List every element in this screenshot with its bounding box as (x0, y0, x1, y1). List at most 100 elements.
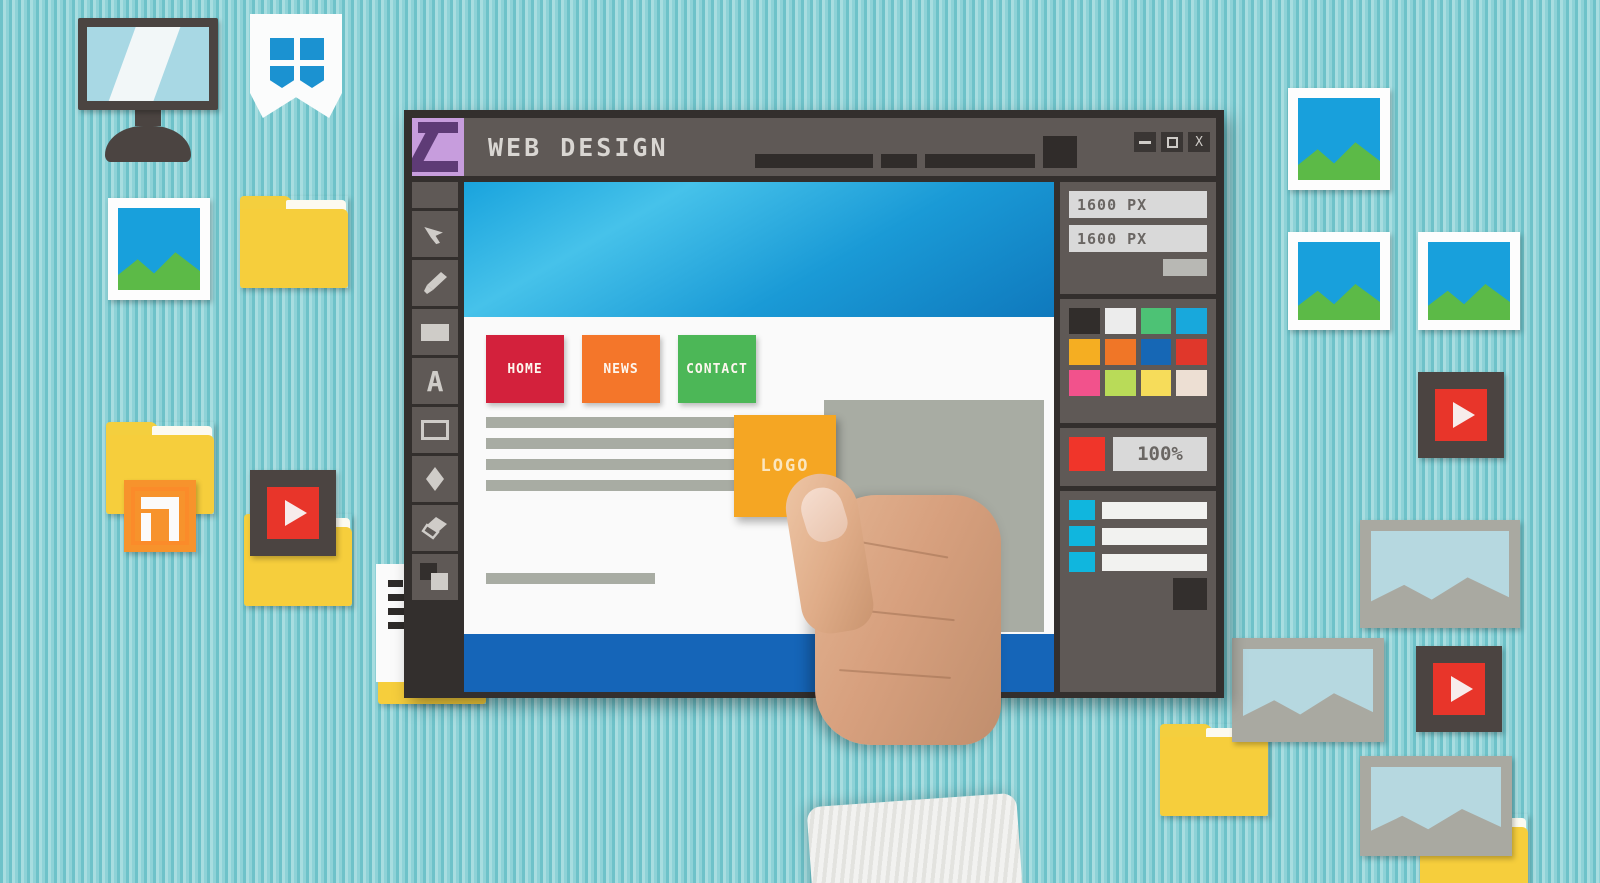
mockup-image-placeholder[interactable] (824, 400, 1044, 632)
mockup-nav-buttons[interactable]: HOME NEWS CONTACT (464, 317, 1054, 403)
photo-hill (1243, 693, 1373, 731)
dragged-logo-tile[interactable]: LOGO (734, 415, 836, 517)
hero-banner[interactable] (464, 182, 1054, 317)
height-field[interactable]: 1600 PX (1069, 225, 1207, 252)
shield-icon (250, 14, 342, 118)
select-tool[interactable] (412, 211, 458, 257)
desktop-icon-image-placeholder[interactable] (1232, 638, 1384, 742)
layer-color-swatch[interactable] (1069, 500, 1095, 520)
two-squares-icon (420, 563, 450, 591)
close-button[interactable]: X (1188, 132, 1210, 152)
layer-name-bar[interactable] (1102, 553, 1207, 571)
color-swatch[interactable] (1069, 308, 1100, 334)
eraser-tool[interactable] (412, 505, 458, 551)
maximize-button[interactable] (1161, 132, 1183, 152)
shirt-cuff (806, 792, 1024, 883)
dimensions-panel[interactable]: 1600 PX 1600 PX (1060, 182, 1216, 294)
width-field[interactable]: 1600 PX (1069, 191, 1207, 218)
logo-stroke (418, 161, 458, 172)
nav-button-contact[interactable]: CONTACT (678, 335, 756, 403)
swatch-grid[interactable] (1069, 308, 1207, 396)
desktop-icon-image-placeholder[interactable] (1360, 520, 1520, 628)
photo-icon (1371, 767, 1501, 845)
menu-bar-item[interactable] (1042, 136, 1077, 168)
color-swatch[interactable] (1140, 308, 1172, 334)
color-swatch[interactable] (1176, 339, 1207, 365)
minimize-button[interactable] (1134, 132, 1156, 152)
shield-pane (300, 66, 324, 88)
desktop-icon-photo[interactable] (1288, 88, 1390, 190)
desktop-icon-video[interactable] (1416, 646, 1502, 732)
menu-bar-group[interactable] (754, 118, 1077, 176)
play-triangle-icon (1451, 676, 1473, 702)
gradient-tool[interactable] (412, 456, 458, 502)
color-swatch[interactable] (1104, 308, 1136, 334)
desktop-icon-photo[interactable] (108, 198, 210, 300)
shield-pane (270, 38, 294, 60)
desktop-icon-image-placeholder[interactable] (1360, 756, 1512, 856)
photo-hill (1371, 809, 1501, 845)
layers-tool[interactable] (412, 554, 458, 600)
color-swatch[interactable] (1176, 308, 1207, 334)
layer-color-swatch[interactable] (1069, 552, 1095, 572)
layer-name-bar[interactable] (1102, 527, 1207, 545)
text-tool[interactable]: A (412, 358, 458, 404)
layer-name-bar[interactable] (1102, 501, 1207, 519)
shape-tool[interactable] (412, 407, 458, 453)
rectangle-outline-icon (421, 420, 449, 440)
eraser-icon (421, 517, 447, 540)
maximize-icon (1166, 136, 1178, 148)
color-swatch[interactable] (1069, 339, 1100, 365)
active-color-swatch[interactable] (1069, 437, 1105, 471)
app-logo-badge[interactable] (412, 118, 464, 176)
apply-button[interactable] (1163, 259, 1207, 276)
color-swatch[interactable] (1176, 370, 1207, 396)
window-controls[interactable]: X (1134, 132, 1210, 152)
menu-bar-item[interactable] (880, 154, 917, 168)
layer-item[interactable] (1069, 552, 1207, 572)
desktop-icon-monitor[interactable] (78, 18, 218, 162)
brush-tool[interactable] (412, 260, 458, 306)
menu-bar-item[interactable] (754, 154, 873, 168)
color-swatch[interactable] (1140, 370, 1172, 396)
layer-options-button[interactable] (1173, 578, 1207, 610)
photo-icon (1298, 242, 1380, 320)
zoom-panel[interactable]: 100% (1060, 428, 1216, 486)
color-swatch[interactable] (1069, 370, 1100, 396)
photo-hill (118, 252, 200, 290)
play-triangle-icon (1453, 402, 1475, 428)
desktop-icon-folder[interactable] (240, 196, 348, 288)
photo-icon (1428, 242, 1510, 320)
color-swatch[interactable] (1140, 339, 1172, 365)
photo-icon (1371, 531, 1509, 617)
color-swatch[interactable] (1104, 370, 1136, 396)
desktop-icon-photo[interactable] (1418, 232, 1520, 330)
zoom-row[interactable]: 100% (1069, 437, 1207, 471)
layer-item[interactable] (1069, 500, 1207, 520)
desktop-icon-photo[interactable] (1288, 232, 1390, 330)
color-swatch[interactable] (1104, 339, 1136, 365)
window-titlebar[interactable]: WEB DESIGN X (412, 118, 1216, 176)
note-part (141, 513, 151, 541)
menu-bar-item[interactable] (924, 154, 1035, 168)
desktop-icon-shield[interactable] (250, 14, 342, 118)
desktop-icon-music[interactable] (124, 480, 196, 552)
color-palette-panel[interactable] (1060, 299, 1216, 423)
blank-tool[interactable] (412, 182, 458, 208)
nav-button-news[interactable]: NEWS (582, 335, 660, 403)
properties-panel[interactable]: 1600 PX 1600 PX 100% (1060, 182, 1216, 692)
nav-button-label: HOME (507, 361, 543, 377)
application-window[interactable]: WEB DESIGN X A HOME NEWS CONTACT 1600 PX… (404, 110, 1224, 698)
photo-hill (1298, 142, 1380, 180)
video-icon (1433, 663, 1485, 715)
desktop-icon-video[interactable] (250, 470, 336, 556)
desktop-icon-video[interactable] (1418, 372, 1504, 458)
layer-color-swatch[interactable] (1069, 526, 1095, 546)
fill-tool[interactable] (412, 309, 458, 355)
tool-palette[interactable]: A (412, 182, 458, 692)
nav-button-home[interactable]: HOME (486, 335, 564, 403)
diamond-icon (426, 467, 444, 491)
layer-item[interactable] (1069, 526, 1207, 546)
zoom-level-value[interactable]: 100% (1113, 437, 1207, 471)
layers-panel[interactable] (1060, 491, 1216, 692)
